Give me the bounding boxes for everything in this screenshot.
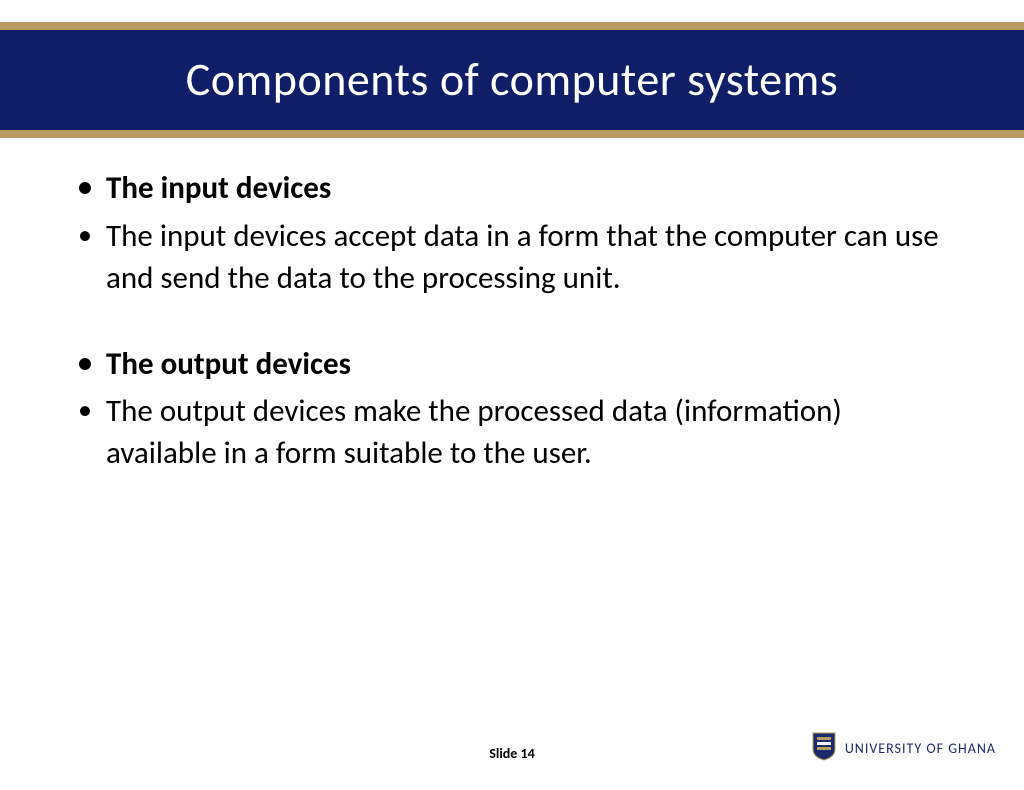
bullet-output-body: The output devices make the processed da… (70, 391, 954, 475)
university-logo: UNIVERSITY OF GHANA (811, 731, 996, 766)
bullet-input-body: The input devices accept data in a form … (70, 216, 954, 300)
bullet-input-heading: The input devices (70, 168, 954, 210)
slide-content: The input devices The input devices acce… (0, 138, 1024, 475)
slide-title: Components of computer systems (40, 52, 984, 108)
slide-number: Slide 14 (489, 745, 534, 762)
shield-icon (811, 731, 837, 766)
bullet-list: The input devices The input devices acce… (70, 168, 954, 475)
title-bar: Components of computer systems (0, 22, 1024, 138)
bullet-output-heading: The output devices (70, 344, 954, 386)
university-name: UNIVERSITY OF GHANA (845, 740, 996, 757)
